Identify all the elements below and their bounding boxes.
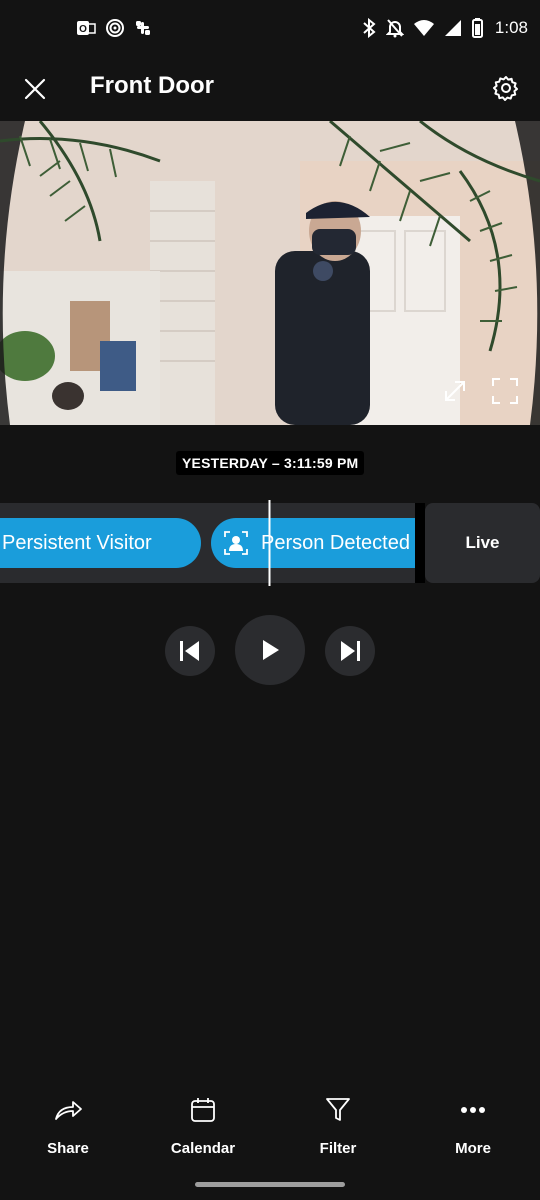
- close-button[interactable]: [18, 72, 52, 106]
- more-button[interactable]: More: [423, 1090, 523, 1170]
- playhead-scrubber[interactable]: [268, 500, 271, 586]
- close-icon: [24, 78, 46, 100]
- battery-icon: [471, 18, 483, 38]
- bottom-toolbar: Share Calendar Filter More: [0, 1090, 540, 1170]
- wifi-icon: [413, 20, 434, 36]
- skip-next-icon: [341, 641, 360, 661]
- calendar-label: Calendar: [170, 1140, 236, 1157]
- share-icon: [55, 1101, 82, 1120]
- filter-button[interactable]: Filter: [288, 1090, 388, 1170]
- timeline-track[interactable]: Persistent Visitor Person Detected: [0, 503, 415, 583]
- event-timestamp: YESTERDAY – 3:11:59 PM: [176, 451, 365, 475]
- filter-label: Filter: [319, 1140, 357, 1157]
- calendar-icon: [191, 1098, 215, 1122]
- status-left-icons: O: [76, 19, 152, 37]
- skip-previous-icon: [180, 641, 199, 661]
- playback-controls: [0, 615, 540, 687]
- status-time: 1:08: [494, 18, 528, 37]
- gear-icon: [493, 76, 518, 101]
- cellular-icon: [444, 20, 461, 36]
- play-button[interactable]: [235, 615, 305, 685]
- home-indicator[interactable]: [195, 1182, 345, 1187]
- calendar-button[interactable]: Calendar: [153, 1090, 253, 1170]
- page-title: Front Door: [90, 72, 214, 99]
- more-icon: [461, 1107, 485, 1113]
- event-pill-persistent-visitor[interactable]: Persistent Visitor: [0, 518, 201, 568]
- event-label: Person Detected: [261, 531, 410, 554]
- previous-event-button[interactable]: [165, 626, 215, 676]
- status-right-icons: 1:08: [362, 18, 528, 38]
- outlook-icon: O: [77, 21, 96, 35]
- spotify-icon: [106, 19, 124, 37]
- notifications-off-icon: [385, 19, 404, 38]
- event-timeline[interactable]: Persistent Visitor Person Detected Live: [0, 500, 540, 586]
- svg-text:O: O: [79, 24, 87, 35]
- more-label: More: [455, 1140, 491, 1157]
- app-header: Front Door: [0, 58, 540, 120]
- next-event-button[interactable]: [325, 626, 375, 676]
- status-bar: O 1:08: [0, 0, 540, 58]
- fullscreen-button[interactable]: [490, 376, 520, 406]
- share-button[interactable]: Share: [18, 1090, 118, 1170]
- filter-icon: [326, 1098, 350, 1121]
- slack-icon: [136, 21, 150, 35]
- event-pill-person-detected[interactable]: Person Detected: [211, 518, 415, 568]
- expand-arrows-icon: [445, 381, 465, 401]
- person-icon: [224, 531, 248, 555]
- bluetooth-icon: [363, 18, 376, 38]
- event-label: Persistent Visitor: [2, 531, 152, 554]
- live-button[interactable]: Live: [425, 503, 540, 583]
- play-icon: [263, 640, 279, 660]
- expand-button[interactable]: [440, 376, 470, 406]
- timeline-divider: [415, 503, 425, 583]
- fullscreen-icon: [492, 378, 518, 404]
- settings-button[interactable]: [488, 70, 524, 106]
- share-label: Share: [47, 1140, 89, 1157]
